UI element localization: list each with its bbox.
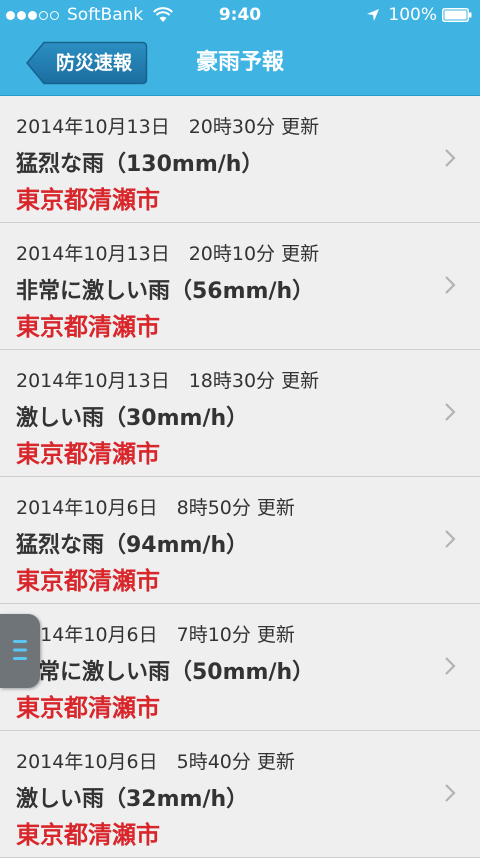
item-date: 2014年10月6日 7時10分 更新 — [16, 624, 295, 646]
chevron-right-icon — [445, 403, 456, 421]
item-location: 東京都清瀬市 — [16, 694, 160, 722]
chevron-right-icon — [445, 149, 456, 167]
navigation-bar: 防災速報 豪雨予報 — [0, 32, 480, 96]
item-date: 2014年10月6日 5時40分 更新 — [16, 751, 295, 773]
item-location: 東京都清瀬市 — [16, 313, 160, 341]
item-title: 猛烈な雨（94mm/h） — [16, 533, 249, 558]
item-title: 非常に激しい雨（56mm/h） — [16, 279, 315, 304]
item-date: 2014年10月13日 20時10分 更新 — [16, 243, 320, 265]
battery-percentage: 100% — [388, 5, 437, 25]
item-title: 非常に激しい雨（50mm/h） — [16, 660, 315, 685]
battery-icon — [442, 8, 472, 22]
chevron-right-icon — [445, 784, 456, 802]
list-item[interactable]: 2014年10月13日 20時30分 更新 猛烈な雨（130mm/h） 東京都清… — [0, 96, 480, 223]
item-location: 東京都清瀬市 — [16, 821, 160, 849]
list-item[interactable]: 2014年10月6日 8時50分 更新 猛烈な雨（94mm/h） 東京都清瀬市 — [0, 477, 480, 604]
item-location: 東京都清瀬市 — [16, 186, 160, 214]
chevron-right-icon — [445, 276, 456, 294]
chevron-right-icon — [445, 657, 456, 675]
item-date: 2014年10月6日 8時50分 更新 — [16, 497, 295, 519]
list-item[interactable]: 2014年10月6日 7時10分 更新 非常に激しい雨（50mm/h） 東京都清… — [0, 604, 480, 731]
item-date: 2014年10月13日 18時30分 更新 — [16, 370, 320, 392]
chevron-right-icon — [445, 530, 456, 548]
item-date: 2014年10月13日 20時30分 更新 — [16, 116, 320, 138]
menu-icon — [13, 640, 27, 660]
page-title: 豪雨予報 — [195, 50, 284, 75]
item-title: 激しい雨（30mm/h） — [16, 406, 249, 431]
forecast-list: 2014年10月13日 20時30分 更新 猛烈な雨（130mm/h） 東京都清… — [0, 96, 480, 858]
list-item[interactable]: 2014年10月13日 20時10分 更新 非常に激しい雨（56mm/h） 東京… — [0, 223, 480, 350]
item-location: 東京都清瀬市 — [16, 567, 160, 595]
status-right: 100% — [366, 5, 472, 25]
item-title: 激しい雨（32mm/h） — [16, 787, 249, 812]
list-item[interactable]: 2014年10月13日 18時30分 更新 激しい雨（30mm/h） 東京都清瀬… — [0, 350, 480, 477]
status-bar: SoftBank 9:40 100% — [0, 0, 480, 32]
location-arrow-icon — [367, 9, 380, 21]
item-location: 東京都清瀬市 — [16, 440, 160, 468]
list-item[interactable]: 2014年10月6日 5時40分 更新 激しい雨（32mm/h） 東京都清瀬市 — [0, 731, 480, 858]
side-menu-handle[interactable] — [0, 614, 40, 688]
item-title: 猛烈な雨（130mm/h） — [16, 152, 264, 177]
